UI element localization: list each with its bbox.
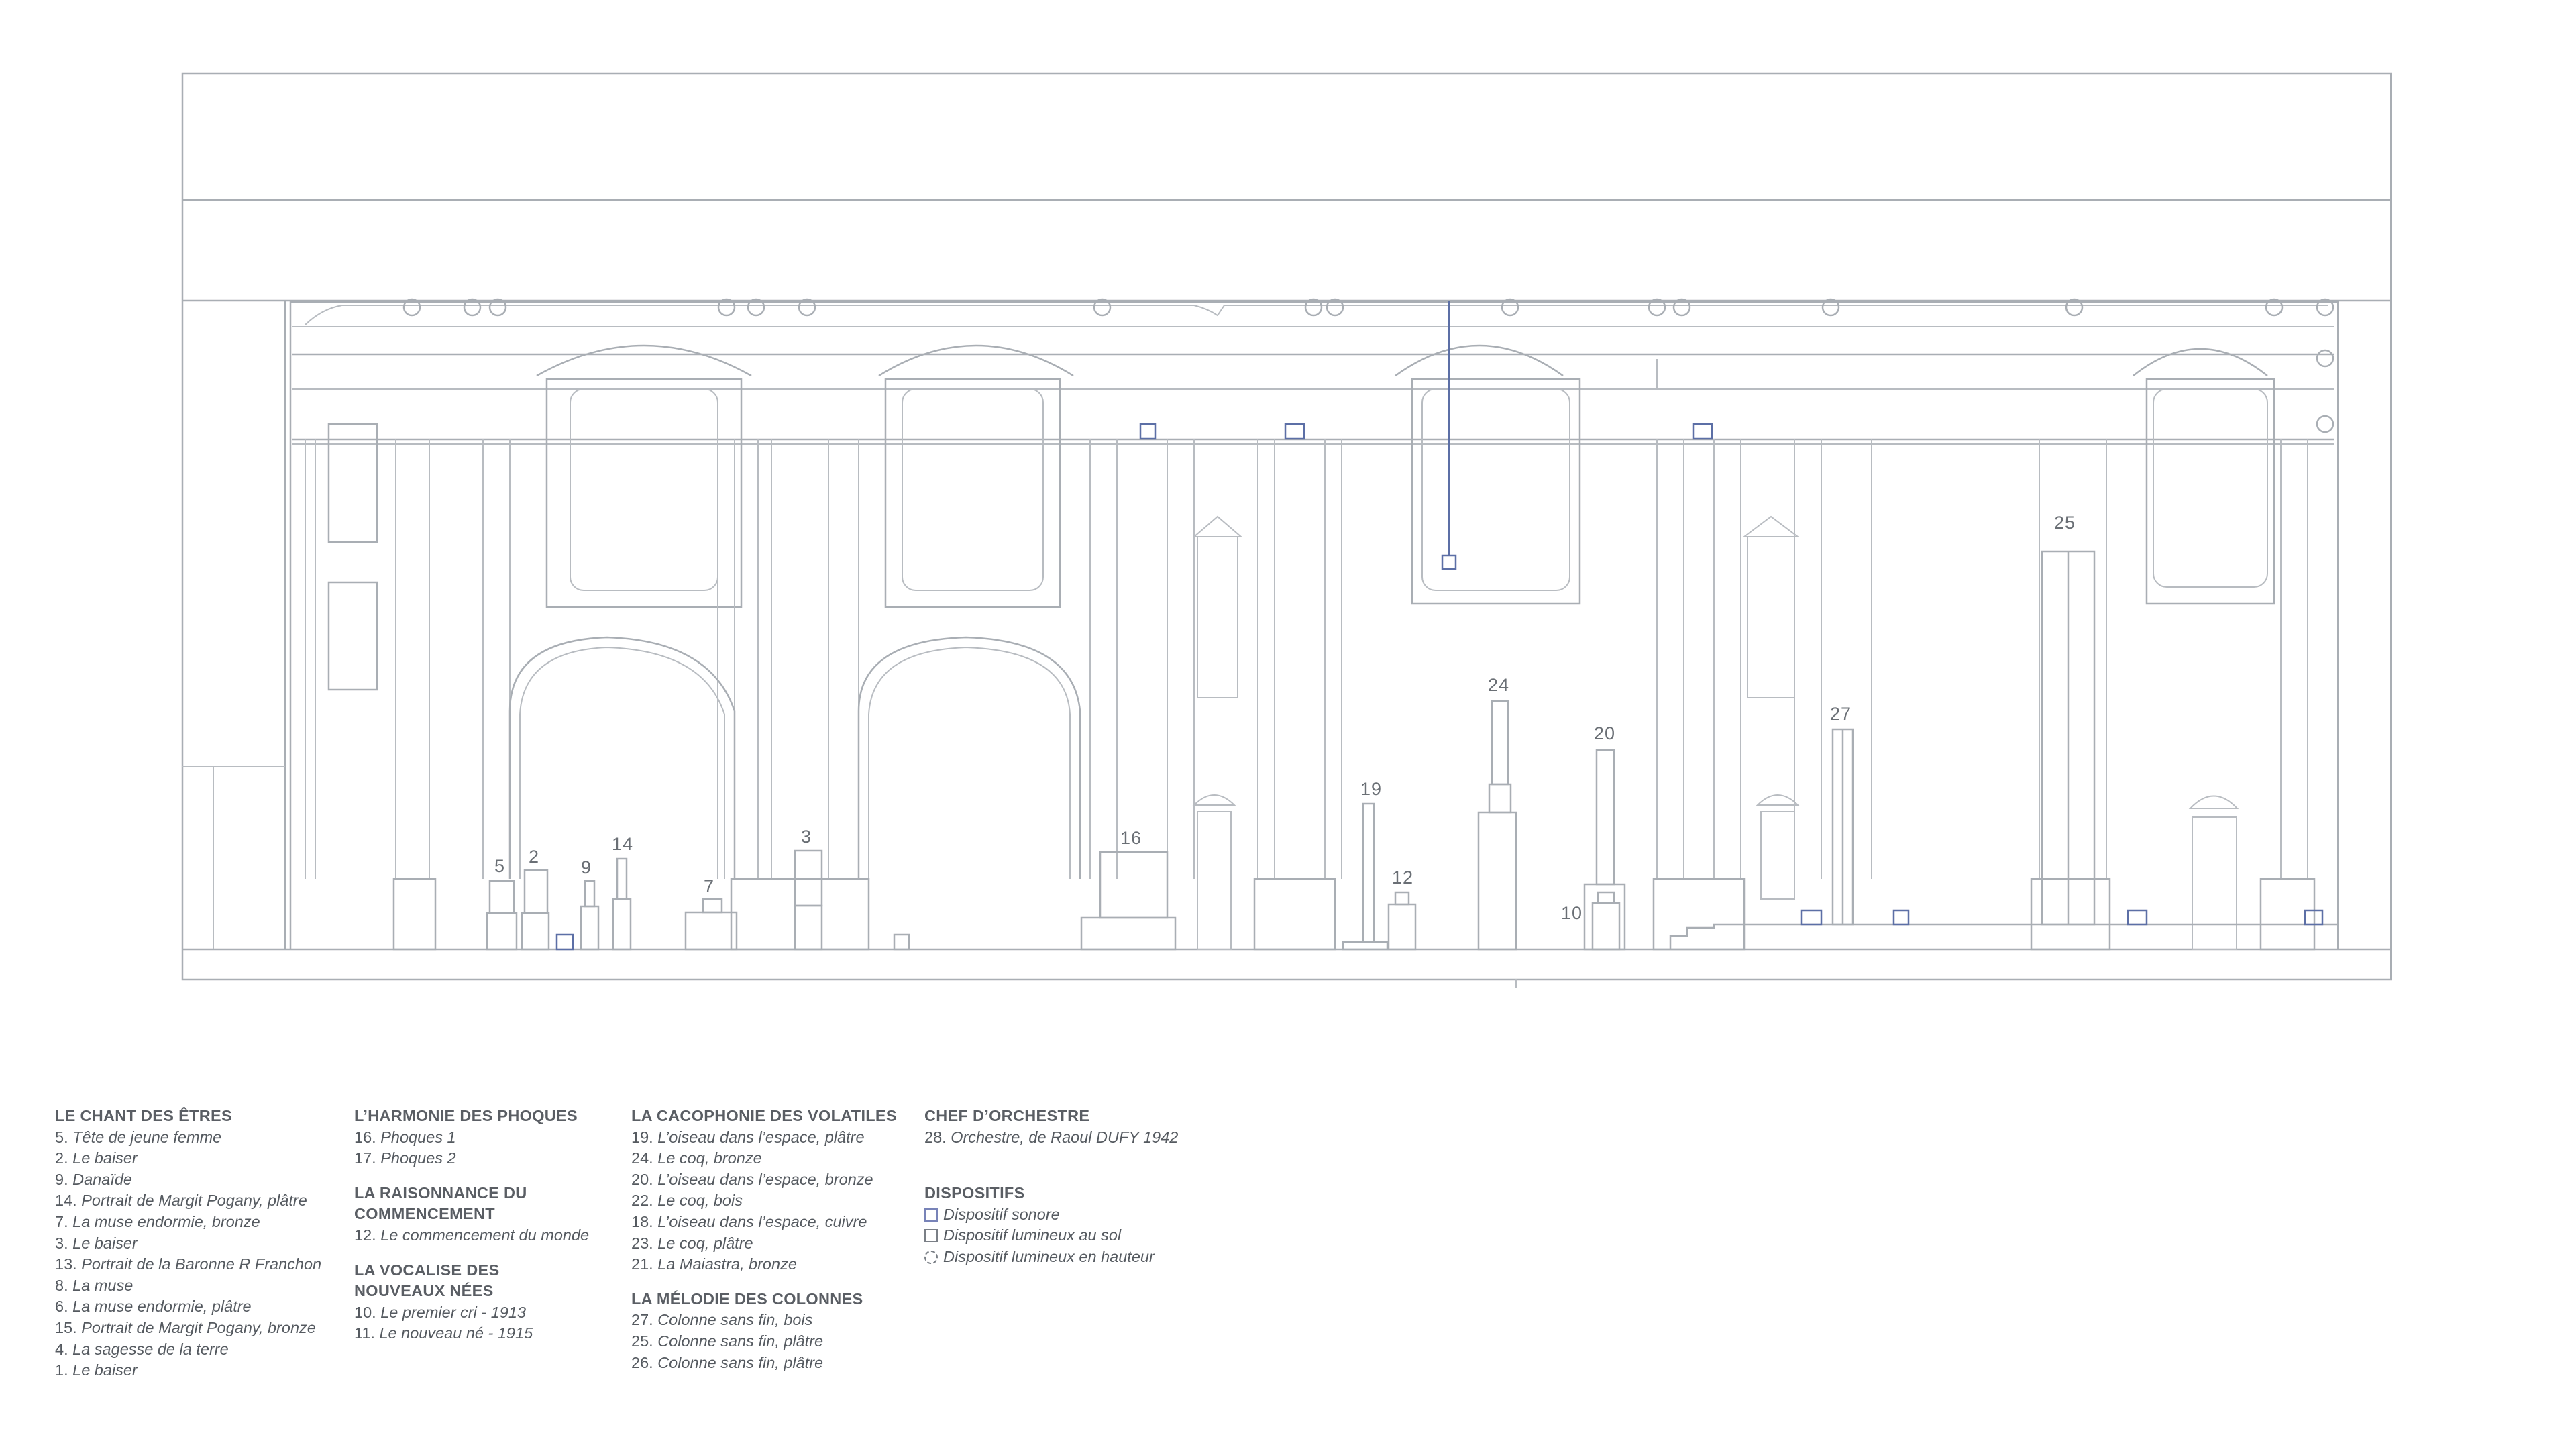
legend-raisonnance-du-commencement: LA RAISONNANCE DU COMMENCEMENT 12. Le co… (354, 1183, 589, 1247)
legend-item: Dispositif sonore (924, 1204, 1178, 1226)
group-title: LA VOCALISE DES (354, 1261, 500, 1279)
elevation-drawing: 5 2 9 14 7 3 16 19 12 24 10 20 27 25 (181, 72, 2392, 988)
high-light-icon (2316, 415, 2334, 433)
label-10: 10 (1561, 903, 1582, 923)
sound-device-icon (1139, 423, 1157, 440)
square-floor-light-icon (924, 1229, 938, 1243)
sculpture-2 (521, 869, 550, 951)
legend-item: 26. Colonne sans fin, plâtre (631, 1353, 824, 1371)
label-3: 3 (801, 827, 812, 847)
group-title: LA RAISONNANCE DU (354, 1183, 527, 1202)
legend-item: 27. Colonne sans fin, bois (631, 1311, 813, 1329)
sculpture-7 (684, 898, 738, 951)
legend-item: 25. Colonne sans fin, plâtre (631, 1332, 824, 1350)
legend-column-4: CHEF D’ORCHESTRE 28. Orchestre, de Raoul… (924, 1106, 1178, 1281)
label-14: 14 (612, 834, 633, 854)
legend-dispositifs: DISPOSITIFS Dispositif sonore Dispositif… (924, 1183, 1178, 1267)
group-title: LA CACOPHONIE DES VOLATILES (631, 1107, 897, 1124)
legend-vocalise-des-nouveaux-nees: LA VOCALISE DES NOUVEAUX NÉES 10. Le pre… (354, 1260, 589, 1344)
legend-item: 10. Le premier cri - 1913 (354, 1303, 527, 1321)
legend-item: 7. La muse endormie, bronze (55, 1212, 260, 1230)
legend-item: 11. Le nouveau né - 1915 (354, 1324, 533, 1342)
legend-item: 18. L’oiseau dans l’espace, cuivre (631, 1212, 867, 1230)
legend-item: 17. Phoques 2 (354, 1149, 456, 1167)
sound-device-icon (1692, 423, 1713, 440)
legend-item: 28. Orchestre, de Raoul DUFY 1942 (924, 1128, 1179, 1146)
label-20: 20 (1594, 723, 1615, 743)
sound-device-icon (555, 933, 574, 951)
label-16: 16 (1120, 828, 1142, 848)
legend-item: 23. Le coq, plâtre (631, 1234, 753, 1252)
legend-item: 9. Danaïde (55, 1170, 132, 1188)
legend-column-3: LA CACOPHONIE DES VOLATILES 19. L’oiseau… (631, 1106, 897, 1387)
legend-item: 3. Le baiser (55, 1234, 138, 1252)
legend-item: 6. La muse endormie, plâtre (55, 1297, 252, 1316)
group-title: LE CHANT DES ÊTRES (55, 1107, 232, 1124)
group-title: CHEF D’ORCHESTRE (924, 1107, 1090, 1124)
legend-item: 2. Le baiser (55, 1149, 138, 1167)
legend-item: 24. Le coq, bronze (631, 1149, 762, 1167)
sculpture-3 (794, 849, 823, 951)
legend-item: Dispositif lumineux au sol (924, 1225, 1178, 1247)
group-title: LA MÉLODIE DES COLONNES (631, 1289, 863, 1308)
sculpture-19 (1342, 802, 1389, 951)
sound-device-icon (1892, 909, 1910, 926)
legend-item: Dispositif lumineux en hauteur (924, 1247, 1178, 1268)
legend-chef-d-orchestre: CHEF D’ORCHESTRE 28. Orchestre, de Raoul… (924, 1106, 1178, 1148)
legend-item: 4. La sagesse de la terre (55, 1340, 229, 1358)
sculpture-20 (1583, 749, 1626, 951)
label-24: 24 (1488, 675, 1509, 695)
floor-light-icon (893, 933, 910, 951)
legend-item: 13. Portrait de la Baronne R Franchon (55, 1255, 322, 1273)
label-19: 19 (1360, 779, 1382, 799)
legend-item: 15. Portrait de Margit Pogany, bronze (55, 1318, 316, 1336)
sculpture-25 (2041, 550, 2096, 926)
legend-melodie-des-colonnes: LA MÉLODIE DES COLONNES 27. Colonne sans… (631, 1289, 897, 1373)
square-sound-icon (924, 1208, 938, 1222)
legend-item: 1. Le baiser (55, 1361, 138, 1379)
sculpture-number-labels: 5 2 9 14 7 3 16 19 12 24 10 20 27 25 (494, 513, 2076, 923)
label-27: 27 (1830, 704, 1851, 724)
sculpture-27 (1831, 728, 1854, 926)
legend-harmonie-des-phoques: L’HARMONIE DES PHOQUES 16. Phoques 1 17.… (354, 1106, 589, 1169)
high-light-devices (402, 298, 2334, 433)
sound-device-icon (1441, 554, 1457, 570)
group-title: DISPOSITIFS (924, 1184, 1025, 1202)
sculpture-24 (1477, 700, 1517, 951)
legend-item: 8. La muse (55, 1276, 133, 1294)
sculptures (486, 550, 2096, 951)
legend-column-2: L’HARMONIE DES PHOQUES 16. Phoques 1 17.… (354, 1106, 589, 1358)
group-title: COMMENCEMENT (354, 1205, 495, 1223)
sound-device-icon (1800, 909, 1823, 926)
legend-chant-des-etres: LE CHANT DES ÊTRES 5. Tête de jeune femm… (55, 1106, 321, 1381)
label-7: 7 (704, 876, 714, 896)
label-9: 9 (581, 857, 592, 878)
group-title: NOUVEAUX NÉES (354, 1282, 494, 1300)
sound-device-icon (1284, 423, 1305, 440)
high-light-icon (2316, 349, 2334, 368)
legend-item: 5. Tête de jeune femme (55, 1128, 222, 1146)
legend-item: 21. La Maiastra, bronze (631, 1255, 797, 1273)
sculpture-9 (580, 880, 600, 951)
legend-item: 12. Le commencement du monde (354, 1226, 590, 1244)
legend-item: 14. Portrait de Margit Pogany, plâtre (55, 1191, 307, 1210)
sculpture-5 (486, 880, 518, 951)
sculpture-12 (1387, 891, 1417, 951)
label-5: 5 (494, 856, 505, 876)
sound-device-icon (2127, 909, 2148, 926)
legend-cacophonie-des-volatiles: LA CACOPHONIE DES VOLATILES 19. L’oiseau… (631, 1106, 897, 1275)
legend-item: 20. L’oiseau dans l’espace, bronze (631, 1170, 873, 1188)
legend-item: 16. Phoques 1 (354, 1128, 456, 1146)
sculpture-14 (612, 857, 632, 951)
legend-item: 19. L’oiseau dans l’espace, plâtre (631, 1128, 865, 1146)
legend-item: 22. Le coq, bois (631, 1191, 743, 1210)
label-12: 12 (1392, 867, 1413, 888)
label-2: 2 (529, 847, 539, 867)
group-title: L’HARMONIE DES PHOQUES (354, 1107, 578, 1124)
floor-light-devices (893, 933, 910, 951)
dashed-circle-light-icon (924, 1250, 938, 1264)
sculpture-16 (1080, 851, 1177, 951)
label-25: 25 (2054, 513, 2076, 533)
